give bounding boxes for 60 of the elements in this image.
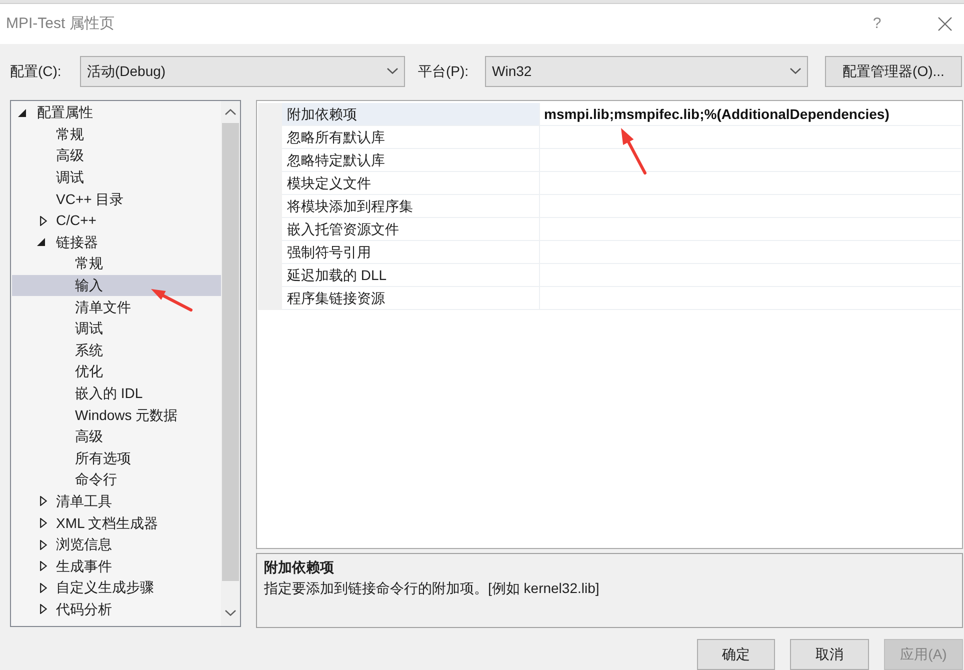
tree-item[interactable]: 配置属性 (12, 102, 221, 124)
dialog-button[interactable]: 取消 (790, 639, 869, 670)
property-name[interactable]: 程序集链接资源 (282, 287, 540, 310)
property-name[interactable]: 嵌入托管资源文件 (282, 218, 540, 241)
triangle-icon[interactable] (37, 238, 45, 246)
value-field[interactable]: msmpi.lib;msmpifec.lib;%(AdditionalDependencies) (540, 103, 961, 126)
triangle-icon[interactable] (18, 108, 26, 117)
tree-item[interactable]: 常规 (12, 124, 221, 146)
tree-item[interactable]: 清单文件 (12, 296, 221, 318)
tree-item[interactable]: 高级 (12, 426, 221, 448)
tree-item[interactable]: 常规 (12, 253, 221, 275)
property-name[interactable]: 模块定义文件 (282, 172, 540, 195)
configuration-label: 配置(C): (10, 62, 62, 81)
triangle-icon[interactable] (40, 540, 47, 550)
property-name[interactable]: 将模块添加到程序集 (282, 195, 540, 218)
chevron-down-icon[interactable] (225, 610, 236, 616)
triangle-icon[interactable] (40, 518, 47, 528)
platform-label: 平台(P): (418, 62, 470, 81)
dialog-button[interactable]: 确定 (697, 639, 775, 670)
tree-item[interactable]: C/C++ (12, 210, 221, 232)
tree-item[interactable]: XML 文档生成器 (12, 512, 221, 534)
tree-item[interactable]: 浏览信息 (12, 534, 221, 556)
tree-item[interactable]: 所有选项 (12, 448, 221, 470)
tree-item[interactable]: 生成事件 (12, 555, 221, 578)
tree-item[interactable]: Windows 元数据 (12, 404, 221, 426)
tree-item[interactable]: 自定义生成步骤 (12, 577, 221, 599)
tree-item[interactable]: 输入 (12, 274, 221, 296)
property-name[interactable]: 强制符号引用 (282, 241, 540, 264)
tree-item[interactable]: 调试 (12, 166, 221, 188)
close-icon (938, 17, 952, 31)
configuration-dropdown[interactable]: 活动(Debug) (80, 56, 405, 86)
property-name[interactable]: 附加依赖项 (282, 103, 540, 126)
triangle-icon[interactable] (40, 561, 47, 572)
scrollbar[interactable] (221, 101, 240, 626)
tree-item[interactable]: 调试 (12, 318, 221, 340)
property-name[interactable]: 忽略所有默认库 (282, 126, 540, 149)
tree-item[interactable]: 代码分析 (12, 598, 221, 620)
description-text: 指定要添加到链接命令行的附加项。[例如 kernel32.lib] (264, 579, 600, 598)
tree-item[interactable]: 清单工具 (12, 490, 221, 512)
tree-item[interactable]: 系统 (12, 340, 221, 362)
tree-item[interactable]: 嵌入的 IDL (12, 382, 221, 404)
tree-item[interactable]: VC++ 目录 (12, 188, 221, 210)
description-title: 附加依赖项 (264, 558, 334, 577)
property-name[interactable]: 忽略特定默认库 (282, 149, 540, 172)
triangle-icon[interactable] (40, 582, 47, 593)
chevron-down-icon (387, 68, 398, 74)
triangle-icon[interactable] (40, 216, 47, 226)
chevron-down-icon (790, 68, 801, 74)
property-name[interactable]: 延迟加载的 DLL (282, 264, 540, 287)
chevron-up-icon[interactable] (225, 109, 236, 115)
configuration-manager-button[interactable]: 配置管理器(O)... (825, 56, 962, 86)
tree-item[interactable]: 链接器 (12, 232, 221, 254)
tree-item[interactable]: 优化 (12, 361, 221, 383)
window-title: MPI-Test 属性页 (6, 14, 114, 34)
triangle-icon[interactable] (40, 496, 47, 506)
tree-item[interactable]: 命令行 (12, 469, 221, 491)
triangle-icon[interactable] (40, 604, 47, 614)
tree-item[interactable]: 高级 (12, 145, 221, 167)
scrollbar-thumb[interactable] (222, 123, 239, 581)
platform-dropdown[interactable]: Win32 (485, 56, 808, 86)
